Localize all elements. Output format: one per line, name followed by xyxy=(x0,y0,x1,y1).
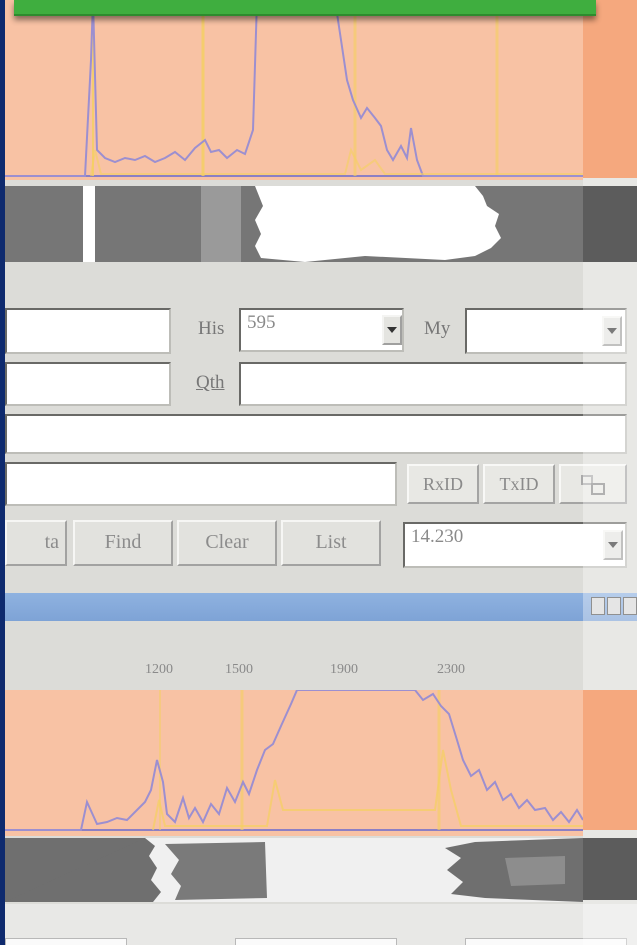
message-field[interactable] xyxy=(5,462,397,506)
frequency-dropdown-button[interactable] xyxy=(603,530,623,560)
waterfall-top[interactable] xyxy=(5,186,583,262)
frequency-scale: 1200 1500 1900 2300 xyxy=(5,662,583,688)
spectrum-top[interactable] xyxy=(5,0,583,180)
my-label: My xyxy=(424,318,451,339)
qth-field[interactable] xyxy=(239,362,627,406)
clear-button[interactable]: Clear xyxy=(177,520,277,566)
chevron-down-icon xyxy=(607,328,617,334)
app-window: His 595 My Qth RxID TxID ta Find Clear L… xyxy=(5,0,637,945)
chevron-down-icon xyxy=(387,327,397,333)
notes-field[interactable] xyxy=(5,414,627,454)
waterfall-bottom[interactable] xyxy=(5,838,583,902)
waterfall-bottom-edge xyxy=(583,838,637,900)
qth-label: Qth xyxy=(196,372,225,393)
list-button[interactable]: List xyxy=(281,520,381,566)
maximize-icon[interactable] xyxy=(607,597,621,615)
txid-toggle[interactable]: TxID xyxy=(483,464,555,504)
call-field[interactable] xyxy=(5,308,171,354)
minimize-icon[interactable] xyxy=(591,597,605,615)
top-green-bar xyxy=(14,0,596,16)
window-buttons-icon[interactable] xyxy=(591,597,637,615)
my-dropdown-button[interactable] xyxy=(602,316,622,346)
bottom-control[interactable] xyxy=(235,938,397,945)
spectrum-bottom-edge xyxy=(583,690,637,830)
bottom-control[interactable] xyxy=(465,938,627,945)
chevron-down-icon xyxy=(608,542,618,548)
expand-icon xyxy=(581,475,605,495)
frequency-field[interactable]: 14.230 xyxy=(403,522,627,568)
find-button[interactable]: Find xyxy=(73,520,173,566)
scale-tick: 1200 xyxy=(145,662,173,677)
window-titlebar[interactable] xyxy=(5,593,637,621)
name-field[interactable] xyxy=(5,362,171,406)
bottom-toolbar xyxy=(5,904,637,945)
scale-tick: 1500 xyxy=(225,662,253,677)
bottom-control[interactable] xyxy=(5,938,127,945)
scale-tick: 2300 xyxy=(437,662,465,677)
his-dropdown-button[interactable] xyxy=(382,315,402,345)
close-icon[interactable] xyxy=(623,597,637,615)
his-label: His xyxy=(198,318,225,339)
scale-tick: 1900 xyxy=(330,662,358,677)
expand-button[interactable] xyxy=(559,464,627,504)
spectrum-top-edge xyxy=(583,0,637,178)
spectrum-bottom[interactable] xyxy=(5,690,583,836)
extra-button[interactable]: ta xyxy=(5,520,67,566)
rxid-toggle[interactable]: RxID xyxy=(407,464,479,504)
waterfall-top-edge xyxy=(583,186,637,262)
his-rst-field[interactable]: 595 xyxy=(239,308,404,352)
